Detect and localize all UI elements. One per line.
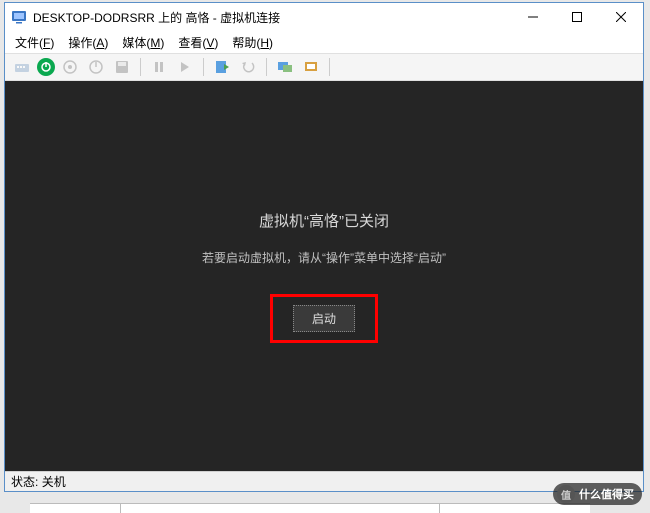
start-button[interactable]: 启动 bbox=[293, 305, 355, 332]
power-off-icon bbox=[59, 56, 81, 78]
share-icon[interactable] bbox=[300, 56, 322, 78]
highlight-annotation: 启动 bbox=[270, 294, 378, 343]
toolbar-separator bbox=[140, 58, 141, 76]
vm-connection-window: DESKTOP-DODRSRR 上的 高恪 - 虚拟机连接 文件(F) 操作(A… bbox=[4, 2, 644, 492]
window-title: DESKTOP-DODRSRR 上的 高恪 - 虚拟机连接 bbox=[33, 9, 511, 26]
app-icon bbox=[11, 9, 27, 25]
pause-icon bbox=[148, 56, 170, 78]
revert-icon bbox=[237, 56, 259, 78]
toolbar bbox=[5, 53, 643, 81]
toolbar-separator bbox=[329, 58, 330, 76]
menu-view[interactable]: 查看(V) bbox=[178, 34, 218, 51]
toolbar-separator bbox=[266, 58, 267, 76]
titlebar: DESKTOP-DODRSRR 上的 高恪 - 虚拟机连接 bbox=[5, 3, 643, 31]
statusbar: 状态: 关机 bbox=[5, 471, 643, 491]
menubar: 文件(F) 操作(A) 媒体(M) 查看(V) 帮助(H) bbox=[5, 31, 643, 53]
watermark-icon: 值 bbox=[557, 485, 575, 503]
vm-display-area: 虚拟机“高恪”已关闭 若要启动虚拟机，请从“操作”菜单中选择“启动” 启动 bbox=[5, 81, 643, 471]
status-label: 状态: bbox=[11, 473, 38, 490]
menu-help[interactable]: 帮助(H) bbox=[232, 34, 273, 51]
watermark: 值 什么值得买 bbox=[553, 483, 642, 505]
menu-file[interactable]: 文件(F) bbox=[15, 34, 54, 51]
close-button[interactable] bbox=[599, 3, 643, 31]
menu-action[interactable]: 操作(A) bbox=[68, 34, 108, 51]
watermark-text: 什么值得买 bbox=[579, 486, 634, 502]
ctrl-alt-del-icon bbox=[11, 56, 33, 78]
power-on-icon[interactable] bbox=[37, 58, 55, 76]
maximize-button[interactable] bbox=[555, 3, 599, 31]
window-controls bbox=[511, 3, 643, 31]
minimize-button[interactable] bbox=[511, 3, 555, 31]
checkpoint-icon[interactable] bbox=[211, 56, 233, 78]
vm-instruction-message: 若要启动虚拟机，请从“操作”菜单中选择“启动” bbox=[202, 249, 446, 266]
menu-media[interactable]: 媒体(M) bbox=[122, 34, 164, 51]
vm-closed-message: 虚拟机“高恪”已关闭 bbox=[259, 210, 389, 231]
reset-icon bbox=[174, 56, 196, 78]
status-value: 关机 bbox=[42, 473, 66, 490]
toolbar-separator bbox=[203, 58, 204, 76]
shutdown-icon bbox=[85, 56, 107, 78]
save-icon bbox=[111, 56, 133, 78]
enhanced-session-icon[interactable] bbox=[274, 56, 296, 78]
background-fragment bbox=[30, 503, 590, 513]
